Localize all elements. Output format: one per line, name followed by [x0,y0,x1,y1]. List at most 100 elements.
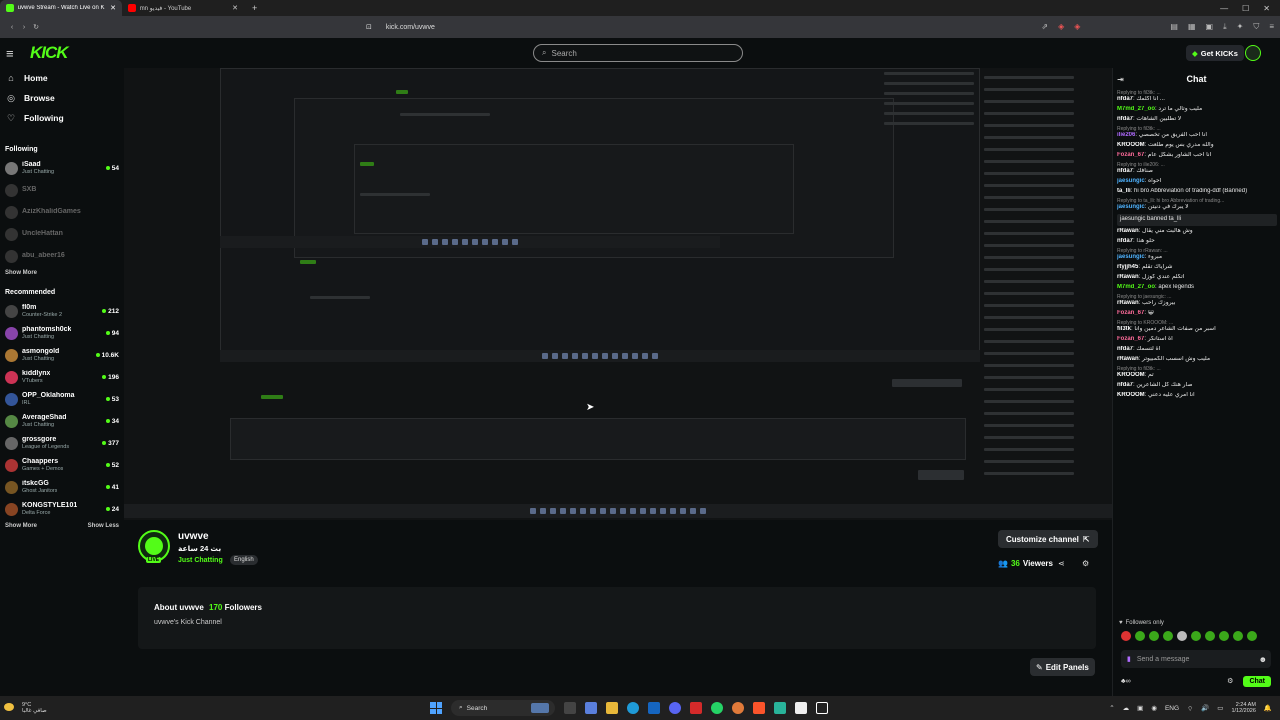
volume-icon[interactable]: 🔊 [1201,704,1209,712]
chat-username[interactable]: rRawan [1117,228,1139,234]
streamer-name[interactable]: uvwve [178,531,209,542]
browser-tab-youtube[interactable]: mn فيديو - YouTube ✕ [122,0,244,16]
sidebar-channel[interactable]: itskcGG Ghost Janitors 41 [0,476,124,498]
chat-username[interactable]: Fozan_67 [1117,336,1144,342]
chat-username[interactable]: ilie206 [1117,132,1135,138]
shield-icon[interactable]: ⛉ [1253,22,1259,32]
taskbar-search[interactable]: ⌕ Search [451,700,555,716]
chat-message[interactable]: ta_lli: hi bro Abbreviation of trading-d… [1117,188,1277,196]
chat-message[interactable]: KROOOM: والله مدري بس يوم طلعت [1117,142,1277,150]
chat-username[interactable]: KROOOM [1117,142,1145,148]
close-window-icon[interactable]: ✕ [1263,4,1270,13]
chat-username[interactable]: jaesungic [1117,178,1145,184]
send-chat-button[interactable]: Chat [1243,675,1271,687]
chat-username[interactable]: M7md_27_oo [1117,106,1155,112]
edge-icon[interactable] [627,702,639,714]
chat-username[interactable]: nfda7 [1117,96,1133,102]
chat-message[interactable]: rRawan: مليب وش اسسب الكمبيوتر [1117,356,1277,364]
notepad-icon[interactable] [795,702,807,714]
chat-message[interactable]: M7md_27_oo: مليب وتالي ما ترد [1117,106,1277,114]
customize-channel-button[interactable]: Customize channel ⇱ [998,530,1098,548]
mic-icon[interactable]: ▮ [1127,655,1131,663]
discord-icon[interactable] [669,702,681,714]
emote-icon[interactable] [1135,631,1145,641]
sidebar-icon[interactable]: ▤ [1170,22,1178,32]
app-icon[interactable] [774,702,786,714]
sidebar-channel[interactable]: kiddlynx VTubers 196 [0,366,124,388]
sidebar-channel[interactable]: abu_abeer16 [0,245,124,267]
chat-username[interactable]: jaesungic [1117,204,1145,210]
kicks-icon[interactable]: ♣∞ [1121,678,1131,685]
sidebar-channel[interactable]: OPP_Oklahoma IRL 53 [0,388,124,410]
chat-message[interactable]: Fozan_67: 😀 [1117,310,1277,318]
sidebar-channel[interactable]: AzizKhalidGames [0,201,124,223]
copilot-icon[interactable] [585,702,597,714]
sidebar-channel[interactable]: SXB [0,179,124,201]
emote-icon[interactable] [1219,631,1229,641]
chat-message[interactable]: Fozan_67: انا احب الشاور بشكل عام [1117,152,1277,160]
user-settings-icon[interactable]: ⚙ [1082,559,1089,568]
emote-icon[interactable] [1233,631,1243,641]
share-icon[interactable]: ⋖ [1058,559,1065,568]
chat-message[interactable]: Replying to fil3tk: ... KROOOM: تم [1117,366,1277,380]
sidebar-channel[interactable]: grossgore League of Legends 377 [0,432,124,454]
outlook-icon[interactable] [648,702,660,714]
chat-message[interactable]: nfda7: حلو هذا [1117,238,1277,246]
chat-username[interactable]: rRawan [1117,356,1139,362]
emote-icon[interactable] [1121,631,1131,641]
edit-panels-button[interactable]: ✎ Edit Panels [1030,658,1095,676]
user-avatar[interactable] [1245,45,1261,61]
sidebar-channel[interactable]: asmongold Just Chatting 10.6K [0,344,124,366]
reload-icon[interactable]: ↻ [30,23,42,31]
windows-start-icon[interactable] [430,702,442,714]
emote-icon[interactable] [1149,631,1159,641]
notifications-icon[interactable]: 🔔 [1264,704,1272,712]
chat-message[interactable]: Replying to fil3tk: ... nfda7: انا اكلمك … [1117,90,1277,104]
chat-username[interactable]: nfda7 [1117,346,1133,352]
chat-message[interactable]: Replying to jaesungic: ... rRawan: بيروزك… [1117,294,1277,308]
chat-message[interactable]: M7md_27_oo: apex legends [1117,284,1277,292]
chat-username[interactable]: nfda7 [1117,382,1133,388]
emote-icon[interactable] [1205,631,1215,641]
chat-username[interactable]: ta_lli [1117,188,1131,194]
extension-icon[interactable]: ◈ [1058,22,1064,32]
chat-username[interactable]: rRawan [1117,300,1139,306]
chat-username[interactable]: fil3tk [1117,326,1131,332]
chat-username[interactable]: Fozan_67 [1117,152,1144,158]
chat-message[interactable]: nfda7: اة لتسمك [1117,346,1277,354]
sidebar-channel[interactable]: UncleHattan [0,223,124,245]
tabs-icon[interactable]: ▦ [1188,22,1196,32]
emoji-icon[interactable]: ☻ [1259,655,1267,664]
wallet-icon[interactable]: ▣ [1206,22,1214,32]
new-tab-icon[interactable]: + [244,3,265,13]
language-tag[interactable]: English [230,555,258,565]
search-input[interactable]: ⌕ Search [533,44,743,62]
chat-message[interactable]: rtyjjh45: شراياك تقلم [1117,264,1277,272]
url-field[interactable]: kick.com/uvwve [386,24,435,31]
sidebar-nav-home[interactable]: ⌂ Home [0,68,124,88]
sidebar-channel[interactable]: iSaad Just Chatting 54 [0,157,124,179]
emote-icon[interactable] [1191,631,1201,641]
close-tab-icon[interactable]: ✕ [232,4,238,12]
stream-category[interactable]: Just Chatting [178,557,223,564]
app-icon[interactable] [732,702,744,714]
capcut-icon[interactable] [816,702,828,714]
sidebar-channel[interactable]: phantomsh0ck Just Chatting 94 [0,322,124,344]
chat-message[interactable]: Replying to ilie206: ... nfda7: صنافك [1117,162,1277,176]
show-more-button[interactable]: Show More [5,270,37,276]
chat-username[interactable]: KROOOM [1117,372,1145,378]
show-less-button[interactable]: Show Less [88,523,119,529]
chat-message[interactable]: KROOOM: انا امري عليه دعني [1117,392,1277,400]
task-view-icon[interactable] [564,702,576,714]
maximize-icon[interactable]: ☐ [1242,4,1249,13]
leo-icon[interactable]: ✦ [1237,22,1244,32]
weather-widget[interactable]: 9°C صافي غالبا [22,702,47,714]
forward-icon[interactable]: › [18,24,30,31]
tray-app-icon[interactable]: ▣ [1137,704,1143,712]
menu-icon[interactable]: ≡ [1269,22,1274,32]
back-icon[interactable]: ‹ [6,24,18,31]
share-icon[interactable]: ⇗ [1041,22,1048,32]
show-more-button[interactable]: Show More [5,523,37,529]
chat-message[interactable]: nfda7: صار هنك كل الشاعرين [1117,382,1277,390]
kick-logo[interactable]: KICK [30,43,69,63]
